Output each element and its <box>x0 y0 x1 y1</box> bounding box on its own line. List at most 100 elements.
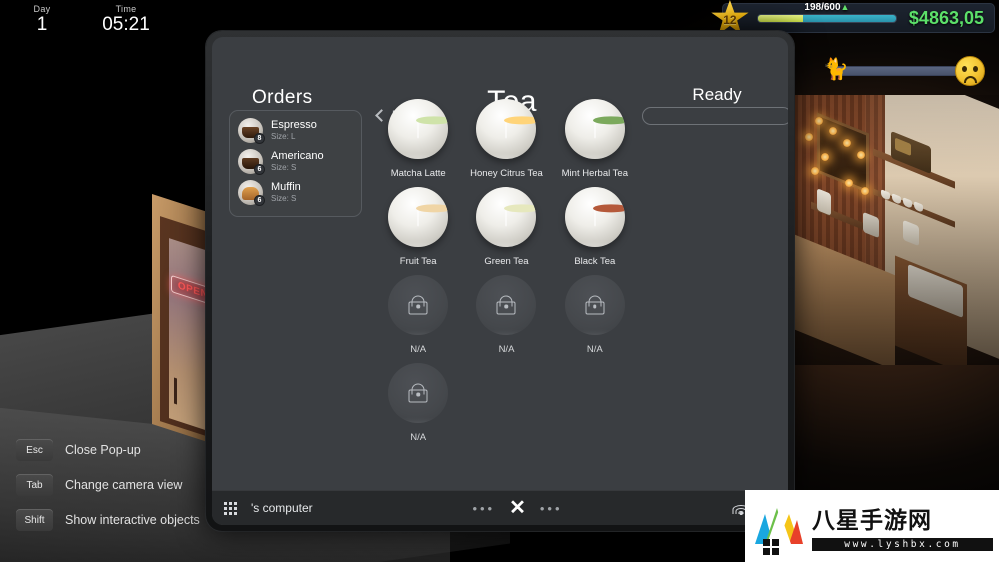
door-handle <box>174 378 177 405</box>
item-glow <box>478 156 534 159</box>
drink-art <box>505 120 507 138</box>
menu-item-label: Matcha Latte <box>374 168 462 179</box>
cafe-interior <box>795 95 999 365</box>
order-info: Americano Size: S <box>271 150 324 173</box>
order-item[interactable]: 8 Espresso Size: L <box>238 118 353 143</box>
time-label: Time <box>102 4 150 14</box>
drink-art <box>417 208 419 226</box>
key-hints: Esc Close Pop-up Tab Change camera view … <box>16 439 200 544</box>
item-glow <box>478 244 534 247</box>
menu-item-icon <box>565 99 625 159</box>
menu-item[interactable]: Green Tea <box>462 187 550 267</box>
xp-label: 198/600▲ <box>804 2 849 13</box>
menu-item-grid: Matcha LatteHoney Citrus TeaMint Herbal … <box>374 99 639 443</box>
room-shading <box>795 95 999 365</box>
orders-heading: Orders <box>252 87 312 109</box>
watermark-logo-icon <box>751 498 807 554</box>
day-counter: Day 1 <box>18 4 66 35</box>
key-esc: Esc <box>16 439 53 461</box>
watermark-url: www.lyshbx.com <box>812 538 993 551</box>
ready-slot[interactable] <box>642 107 788 125</box>
key-tab: Tab <box>16 474 53 496</box>
hint-row: Shift Show interactive objects <box>16 509 200 531</box>
menu-item[interactable]: Black Tea <box>551 187 639 267</box>
taskbar-dots-right[interactable]: ••• <box>540 501 563 516</box>
xp-arrow-icon: ▲ <box>841 2 850 12</box>
orders-panel: 8 Espresso Size: L 6 American <box>229 110 362 217</box>
menu-item[interactable]: Fruit Tea <box>374 187 462 267</box>
hint-label-tab: Change camera view <box>65 478 182 492</box>
wifi-dot <box>740 512 743 515</box>
cup-body <box>417 207 419 226</box>
key-shift: Shift <box>16 509 53 531</box>
menu-item-icon <box>388 99 448 159</box>
lock-keyhole <box>505 305 509 309</box>
lock-keyhole <box>416 305 420 309</box>
day-label: Day <box>18 4 66 14</box>
order-name: Espresso <box>271 119 317 132</box>
menu-item-label: Black Tea <box>551 256 639 267</box>
menu-item-icon <box>476 275 536 335</box>
menu-item[interactable]: Matcha Latte <box>374 99 462 179</box>
item-glow <box>567 156 623 159</box>
menu-item-icon <box>388 363 448 423</box>
hint-row: Tab Change camera view <box>16 474 200 496</box>
customer-satisfaction-bar <box>833 66 963 76</box>
ready-heading: Ready <box>642 85 788 105</box>
menu-item-label: Mint Herbal Tea <box>551 168 639 179</box>
order-size: Size: S <box>271 194 301 204</box>
menu-item-label: N/A <box>462 344 550 355</box>
taskbar: 's computer ••• ✕ ••• 08: <box>212 490 788 525</box>
menu-item[interactable]: Honey Citrus Tea <box>462 99 550 179</box>
cup-surface <box>593 116 625 124</box>
xp-bar: 198/600▲ <box>757 14 897 23</box>
close-popup-button[interactable]: ✕ <box>509 498 526 518</box>
order-item[interactable]: 6 Muffin Size: S <box>238 180 353 205</box>
menu-item-label: Honey Citrus Tea <box>462 168 550 179</box>
popup-screen: Orders 8 Espresso Size: L <box>212 37 788 525</box>
menu-item-locked: N/A <box>551 275 639 355</box>
popup-body: Orders 8 Espresso Size: L <box>212 37 788 490</box>
menu-item-locked: N/A <box>374 363 462 443</box>
lock-keyhole <box>593 305 597 309</box>
cup-surface <box>504 116 536 124</box>
item-glow <box>390 244 446 247</box>
xp-value: 198/600 <box>804 2 840 13</box>
lock-icon <box>584 296 606 315</box>
lock-body <box>409 302 428 315</box>
money-value: $4863,05 <box>909 8 984 29</box>
order-count-badge: 8 <box>254 133 265 144</box>
sad-face-icon <box>955 56 985 86</box>
order-item[interactable]: 6 Americano Size: S <box>238 149 353 174</box>
xp-track <box>757 14 897 23</box>
cup-body <box>594 207 596 226</box>
face-eye-right <box>973 66 978 72</box>
menu-item-label: N/A <box>374 432 462 443</box>
app-grid-icon[interactable] <box>224 502 237 515</box>
menu-item-icon <box>476 99 536 159</box>
cup-surface <box>504 204 536 212</box>
taskbar-dots-left[interactable]: ••• <box>472 501 495 516</box>
watermark-squares-icon <box>763 539 779 555</box>
menu-item[interactable]: Mint Herbal Tea <box>551 99 639 179</box>
time-value: 05:21 <box>102 15 150 35</box>
hint-row: Esc Close Pop-up <box>16 439 200 461</box>
order-size: Size: L <box>271 132 317 142</box>
menu-item-label: N/A <box>374 344 462 355</box>
order-thumbnail: 6 <box>238 180 263 205</box>
lock-icon <box>407 384 429 403</box>
order-thumbnail: 6 <box>238 149 263 174</box>
order-count-badge: 6 <box>254 195 265 206</box>
lock-body <box>409 390 428 403</box>
cup-body <box>505 207 507 226</box>
order-name: Muffin <box>271 181 301 194</box>
site-watermark: 八星手游网 www.lyshbx.com <box>745 490 999 562</box>
order-size: Size: S <box>271 163 324 173</box>
cup-body <box>594 119 596 138</box>
menu-item-locked: N/A <box>374 275 462 355</box>
menu-item-locked: N/A <box>462 275 550 355</box>
menu-item-label: Fruit Tea <box>374 256 462 267</box>
lock-icon <box>495 296 517 315</box>
menu-item-icon <box>388 275 448 335</box>
order-name: Americano <box>271 150 324 163</box>
